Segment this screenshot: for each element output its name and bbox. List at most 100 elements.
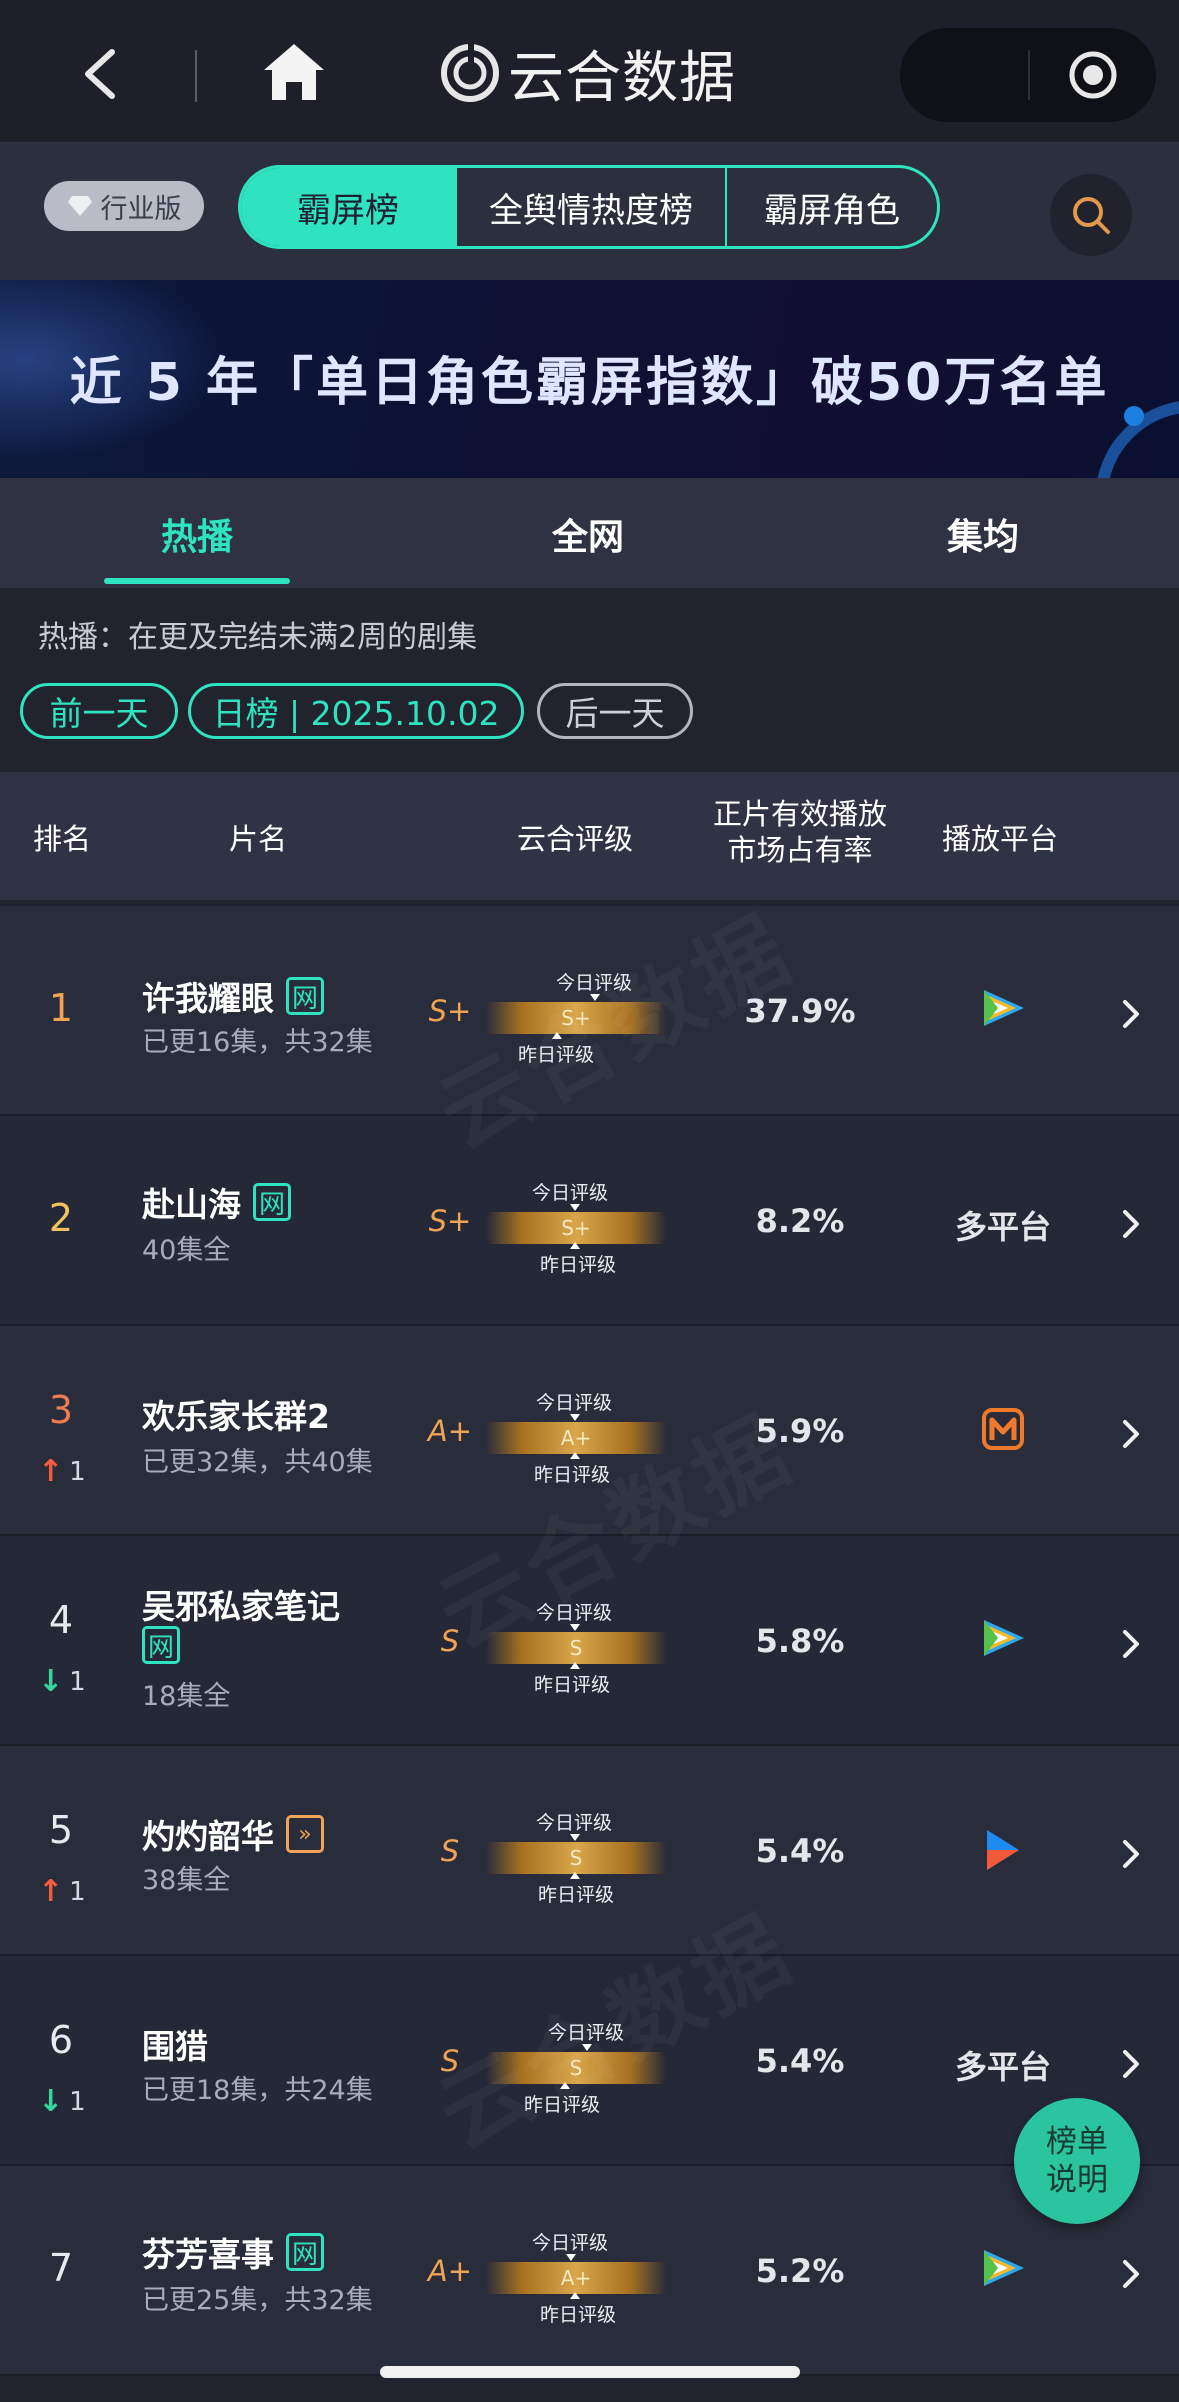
yesterday-rating-label: 昨日评级 <box>518 1044 595 1066</box>
yesterday-marker <box>570 1452 580 1459</box>
table-row[interactable]: 3 ↑ 1 欢乐家长群2 已更32集，共40集 A+ 今日评级 A+ 昨日评级 5… <box>0 1326 1179 1536</box>
chevron-right-icon[interactable] <box>1120 2048 1142 2080</box>
rating-bar: S+ <box>486 1212 666 1244</box>
today-rating-label: 今日评级 <box>532 1182 609 1204</box>
prev-day-button[interactable]: 前一天 <box>20 683 178 739</box>
search-icon <box>1073 197 1110 234</box>
ranking-list: 1 许我耀眼 网 已更16集，共32集 S+ 今日评级 S+ 昨日评级 37.9… <box>0 906 1179 2376</box>
header-platform: 播放平台 <box>941 822 1058 856</box>
filter-bar: 行业版 霸屏榜 全舆情热度榜 霸屏角色 <box>0 142 1179 280</box>
show-title-text: 许我耀眼 <box>142 979 274 1018</box>
yesterday-marker <box>560 2082 570 2089</box>
platform-text: 多平台 <box>954 1208 1051 1246</box>
market-share-value: 5.2% <box>755 2252 845 2290</box>
today-rating-label: 今日评级 <box>536 1602 613 1624</box>
show-title: 围猎 <box>142 2020 208 2068</box>
rating-bar: S <box>486 1632 666 1664</box>
today-rating-label: 今日评级 <box>556 972 633 994</box>
header-rating: 云合评级 <box>516 822 633 856</box>
rank-number: 6 <box>48 2018 74 2062</box>
show-title-text: 吴邪私家笔记 <box>142 1587 340 1626</box>
capsule-divider <box>1028 50 1030 100</box>
chevron-right-icon[interactable] <box>1120 2258 1142 2290</box>
episode-info: 已更32集，共40集 <box>142 1447 373 1478</box>
table-row[interactable]: 2 赴山海 网 40集全 S+ 今日评级 S+ 昨日评级 8.2% 多平台 <box>0 1116 1179 1326</box>
list-tabs: 热播 全网 集均 <box>0 478 1179 588</box>
segment-bapingbang[interactable]: 霸屏榜 <box>241 168 457 246</box>
platform-cell <box>940 1408 1066 1450</box>
yesterday-rating-label: 昨日评级 <box>540 1254 617 1276</box>
yesterday-marker <box>552 1032 562 1039</box>
rank-change-down: ↓ 1 <box>38 2084 86 2119</box>
rank-number: 7 <box>48 2246 74 2290</box>
app-title: 云合数据 <box>440 38 736 111</box>
chevron-left-icon[interactable] <box>78 48 120 100</box>
market-share-value: 8.2% <box>755 1202 845 1240</box>
diamond-icon <box>67 196 92 216</box>
today-rating-label: 今日评级 <box>532 2232 609 2254</box>
rank-change-value: 1 <box>69 1456 86 1487</box>
tab-rebo[interactable]: 热播 <box>104 508 290 560</box>
rank-change-value: 1 <box>69 1876 86 1907</box>
today-rating-label: 今日评级 <box>548 2022 625 2044</box>
promo-banner[interactable]: 近 5 年「单日角色霸屏指数」破50万名单 <box>0 280 1179 478</box>
yesterday-rating-label: 昨日评级 <box>538 1884 615 1906</box>
yesterday-marker <box>570 1662 580 1669</box>
table-header: 排名 片名 云合评级 正片有效播放 市场占有率 播放平台 <box>0 772 1179 900</box>
rating-bar: A+ <box>486 1422 666 1454</box>
chevron-right-icon[interactable] <box>1120 1628 1142 1660</box>
rank-number: 2 <box>48 1196 74 1240</box>
next-day-button[interactable]: 后一天 <box>537 683 693 739</box>
chevron-right-icon[interactable] <box>1120 1838 1142 1870</box>
network-badge: 网 <box>142 1626 180 1664</box>
tab-quanwang[interactable]: 全网 <box>500 508 676 560</box>
arrow-down-icon: ↓ <box>38 1664 64 1699</box>
ranking-explanation-button[interactable]: 榜单 说明 <box>1014 2098 1140 2224</box>
rating-bar-grade: S <box>569 1636 583 1660</box>
header-share-line1: 正片有效播放 <box>712 797 887 831</box>
rating-bar: S+ <box>486 1002 666 1034</box>
platform-cell <box>940 2248 1066 2288</box>
industry-edition-badge[interactable]: 行业版 <box>44 181 204 231</box>
segment-bapingjuese[interactable]: 霸屏角色 <box>727 168 937 246</box>
network-badge-wrap: 网 <box>130 1626 180 1664</box>
current-date-button[interactable]: 日榜 | 2025.10.02 <box>188 683 524 739</box>
youku-icon <box>987 1830 1019 1870</box>
home-icon[interactable] <box>262 42 326 102</box>
show-title-text: 赴山海 <box>142 1185 241 1224</box>
fab-line2: 说明 <box>1046 2162 1108 2198</box>
ranking-type-segmented-control: 霸屏榜 全舆情热度榜 霸屏角色 <box>238 165 940 249</box>
tab-jijun[interactable]: 集均 <box>890 508 1076 560</box>
market-share-value: 5.8% <box>755 1622 845 1660</box>
mini-program-capsule[interactable] <box>900 28 1156 122</box>
table-row[interactable]: 4 ↓ 1 吴邪私家笔记 网 18集全 S 今日评级 S 昨日评级 5.8% <box>0 1536 1179 1746</box>
search-button[interactable] <box>1050 174 1132 256</box>
table-row[interactable]: 5 ↑ 1 灼灼韶华 » 38集全 S 今日评级 S 昨日评级 5.4% <box>0 1746 1179 1956</box>
network-badge: 网 <box>286 977 324 1015</box>
rating-bar-grade: S+ <box>561 1006 591 1030</box>
app-title-text: 云合数据 <box>508 45 736 111</box>
episode-info: 已更25集，共32集 <box>142 2285 373 2316</box>
today-marker <box>570 1834 580 1841</box>
yesterday-rating-label: 昨日评级 <box>540 2304 617 2326</box>
rating-grade: S <box>440 2044 460 2078</box>
rank-number: 5 <box>48 1808 74 1852</box>
target-icon[interactable] <box>1068 50 1118 100</box>
header-share-line2: 市场占有率 <box>727 833 873 867</box>
table-row[interactable]: 6 ↓ 1 围猎 已更18集，共24集 S 今日评级 S 昨日评级 5.4% 多平… <box>0 1956 1179 2166</box>
rating-bar-grade: A+ <box>560 2266 592 2290</box>
market-share-value: 5.4% <box>755 2042 845 2080</box>
chevron-right-icon[interactable] <box>1120 1418 1142 1450</box>
episode-info: 已更16集，共32集 <box>142 1027 373 1058</box>
arrow-up-icon: ↑ <box>38 1874 64 1909</box>
show-title: 芬芳喜事 网 <box>142 2228 324 2276</box>
platform-cell <box>940 1618 1066 1658</box>
chevron-right-icon[interactable] <box>1120 998 1142 1030</box>
segment-quanyuqing[interactable]: 全舆情热度榜 <box>457 168 727 246</box>
table-row[interactable]: 1 许我耀眼 网 已更16集，共32集 S+ 今日评级 S+ 昨日评级 37.9… <box>0 906 1179 1116</box>
today-marker <box>566 2254 576 2261</box>
table-row[interactable]: 7 芬芳喜事 网 已更25集，共32集 A+ 今日评级 A+ 昨日评级 5.2% <box>0 2166 1179 2376</box>
youku-badge: » <box>286 1815 324 1853</box>
home-indicator[interactable] <box>380 2366 800 2378</box>
chevron-right-icon[interactable] <box>1120 1208 1142 1240</box>
